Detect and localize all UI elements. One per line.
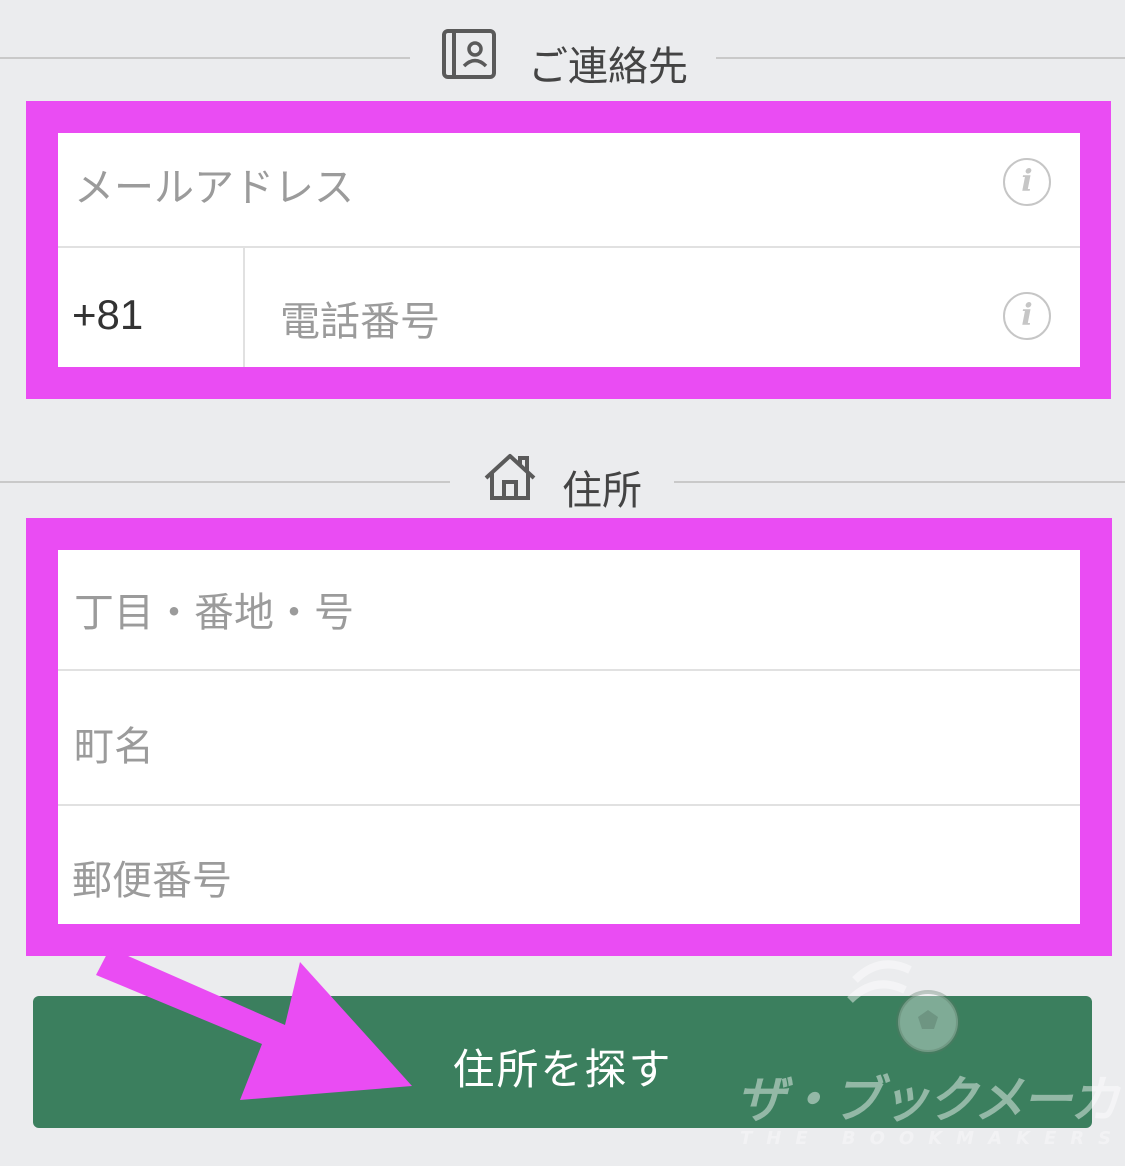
contact-section-title: ご連絡先 xyxy=(528,44,688,90)
contact-section-header: ご連絡先 xyxy=(0,28,1125,90)
town-placeholder: 町名 xyxy=(74,724,154,770)
postal-code-field[interactable]: 郵便番号 xyxy=(58,806,1080,924)
postal-code-placeholder: 郵便番号 xyxy=(72,858,232,904)
email-placeholder: メールアドレス xyxy=(74,165,354,211)
street-placeholder: 丁目・番地・号 xyxy=(74,590,354,636)
phone-field[interactable]: 電話番号 i xyxy=(245,248,1080,367)
header-divider-left xyxy=(0,481,450,483)
contact-card-icon xyxy=(441,28,497,84)
country-code-select[interactable]: +81 xyxy=(72,291,143,339)
contact-form: メールアドレス i +81 電話番号 i xyxy=(58,133,1080,367)
address-form: 丁目・番地・号 町名 郵便番号 xyxy=(58,550,1080,924)
header-divider-left xyxy=(0,57,410,59)
address-section-header: 住所 xyxy=(0,452,1125,514)
town-field[interactable]: 町名 xyxy=(58,671,1080,804)
address-section-title: 住所 xyxy=(562,468,642,514)
street-field[interactable]: 丁目・番地・号 xyxy=(58,550,1080,669)
phone-info-icon[interactable]: i xyxy=(1003,292,1051,340)
phone-placeholder: 電話番号 xyxy=(280,299,440,345)
header-divider-right xyxy=(674,481,1125,483)
home-icon xyxy=(482,452,538,506)
email-info-icon[interactable]: i xyxy=(1003,158,1051,206)
email-field[interactable]: メールアドレス i xyxy=(58,133,1080,246)
search-address-label: 住所を探す xyxy=(452,1046,673,1093)
phone-row: +81 電話番号 i xyxy=(58,248,1080,367)
header-divider-right xyxy=(716,57,1125,59)
watermark-subtext: THE BOOKMAKERS xyxy=(740,1128,1125,1149)
search-address-button[interactable]: 住所を探す xyxy=(33,996,1092,1128)
